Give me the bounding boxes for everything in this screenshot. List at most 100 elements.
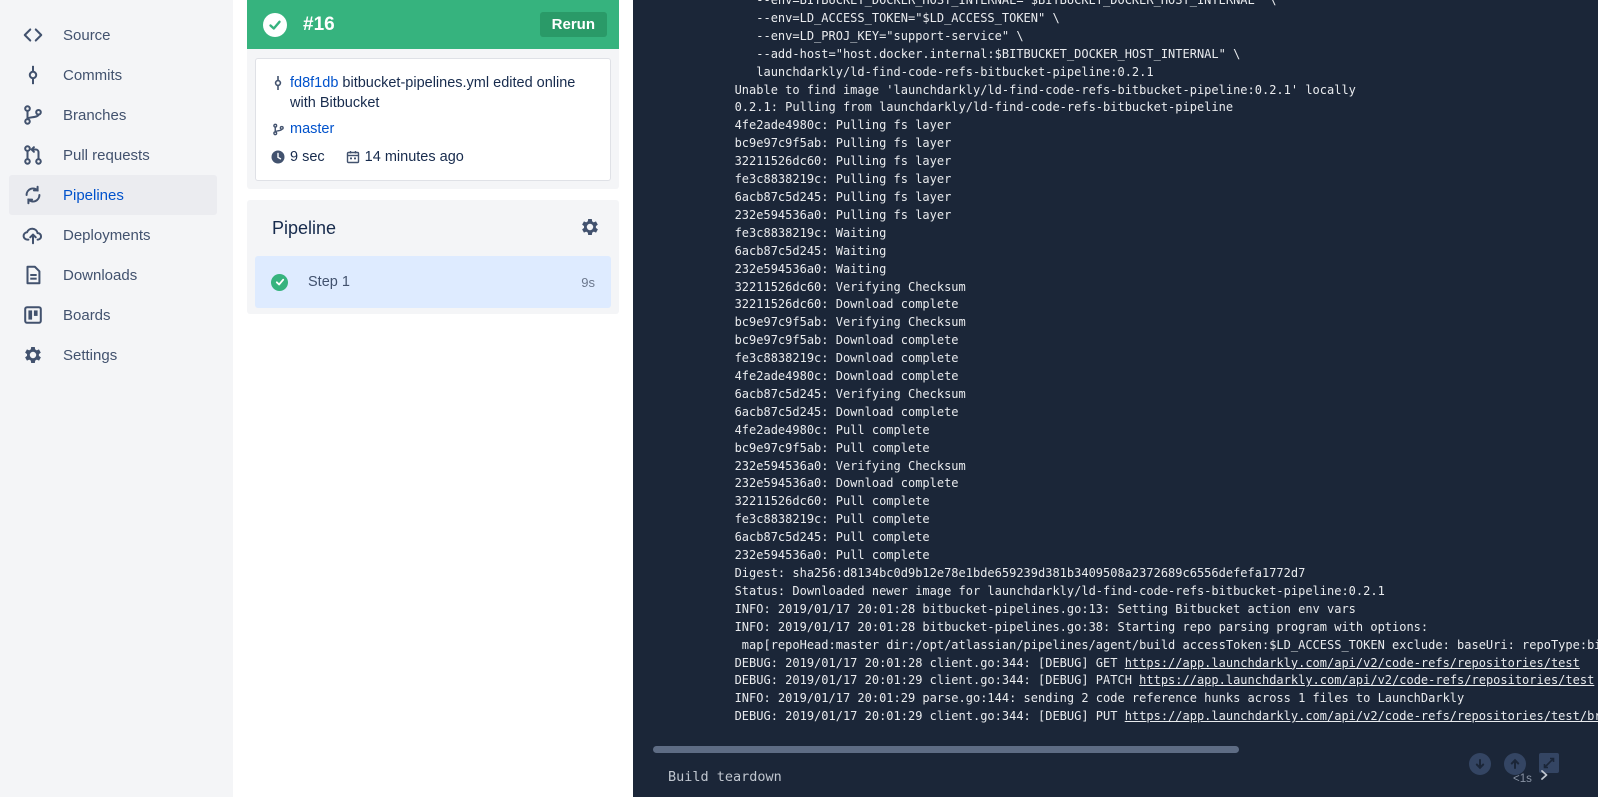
log-line: --env=LD_PROJ_KEY="support-service" \: [684, 28, 1024, 43]
log-line: Digest: sha256:d8134bc0d9b12e78e1bde6592…: [684, 566, 1306, 580]
sidebar-item-source[interactable]: Source: [9, 15, 217, 55]
gear-icon: [21, 343, 45, 367]
chevron-right-icon[interactable]: [1539, 768, 1549, 786]
sidebar-item-label: Downloads: [63, 266, 138, 284]
log-line: 4fe2ade4980c: Pulling fs layer: [684, 118, 952, 133]
sidebar-item-pipelines[interactable]: Pipelines: [9, 175, 217, 215]
calendar-icon: [345, 147, 361, 167]
log-line: bc9e97c9f5ab: Pulling fs layer: [684, 136, 952, 151]
log-line: 32211526dc60: Verifying Checksum: [684, 279, 966, 294]
log-line: map[repoHead:master dir:/opt/atlassian/p…: [684, 637, 1598, 652]
pipelines-icon: [21, 183, 45, 207]
sidebar-item-label: Pull requests: [63, 146, 150, 164]
log-line: 232e594536a0: Waiting: [684, 261, 887, 276]
log-line: 6acb87c5d245: Waiting: [684, 243, 887, 258]
log-line: INFO: 2019/01/17 20:01:28 bitbucket-pipe…: [684, 619, 1429, 634]
board-icon: [21, 303, 45, 327]
log-line: bc9e97c9f5ab: Download complete: [684, 333, 959, 348]
pipeline-title: Pipeline: [272, 218, 337, 238]
log-line: 232e594536a0: Pulling fs layer: [684, 207, 952, 222]
build-duration: 9 sec: [270, 147, 325, 167]
log-line: fe3c8838219c: Download complete: [684, 351, 959, 366]
log-line: Unable to find image 'launchdarkly/ld-fi…: [684, 82, 1356, 97]
log-line: fe3c8838219c: Waiting: [684, 225, 887, 240]
sidebar-item-label: Branches: [63, 106, 127, 124]
log-line: 232e594536a0: Download complete: [684, 476, 959, 491]
log-line: fe3c8838219c: Pulling fs layer: [684, 172, 952, 187]
build-started-time: 14 minutes ago: [345, 147, 464, 167]
commit-icon: [21, 63, 45, 87]
log-line: --env=BITBUCKET_DOCKER_HOST_INTERNAL="$B…: [684, 0, 1277, 7]
log-line: bc9e97c9f5ab: Pull complete: [684, 440, 930, 455]
log-line: INFO: 2019/01/17 20:01:28 bitbucket-pipe…: [684, 601, 1356, 616]
log-line: 0.2.1: Pulling from launchdarkly/ld-find…: [684, 100, 1234, 115]
clock-icon: [270, 147, 286, 167]
teardown-label: Build teardown: [668, 769, 782, 785]
log-line: DEBUG: 2019/01/17 20:01:29 client.go:344…: [684, 708, 1598, 726]
log-line: 232e594536a0: Pull complete: [684, 548, 930, 563]
log-line: 4fe2ade4980c: Pull complete: [684, 422, 930, 437]
document-icon: [21, 263, 45, 287]
log-line: 6acb87c5d245: Pulling fs layer: [684, 189, 952, 204]
log-line: --add-host="host.docker.internal:$BITBUC…: [684, 46, 1241, 61]
build-number: #16: [303, 13, 335, 35]
build-detail-column: #16 Rerun fd8f1db bitbucket-pipelines.ym…: [233, 0, 633, 797]
log-line: DEBUG: 2019/01/17 20:01:28 client.go:344…: [684, 655, 1580, 670]
log-output: --env=BITBUCKET_DOCKER_HOST_INTERNAL="$B…: [684, 0, 1598, 726]
success-check-icon: [271, 273, 288, 291]
log-url-link[interactable]: https://app.launchdarkly.com/api/v2/code…: [1139, 673, 1594, 687]
build-log-panel[interactable]: --env=BITBUCKET_DOCKER_HOST_INTERNAL="$B…: [633, 0, 1598, 797]
horizontal-scrollbar[interactable]: [653, 746, 1239, 753]
log-line: DEBUG: 2019/01/17 20:01:29 client.go:344…: [684, 673, 1595, 688]
commit-hash-link[interactable]: fd8f1db: [290, 75, 338, 91]
log-line: 32211526dc60: Pulling fs layer: [684, 154, 952, 169]
sidebar-item-label: Settings: [63, 346, 118, 364]
log-line: 4fe2ade4980c: Download complete: [684, 369, 959, 384]
sidebar-item-boards[interactable]: Boards: [9, 295, 217, 335]
commit-info: fd8f1db bitbucket-pipelines.yml edited o…: [255, 58, 611, 181]
log-line: 32211526dc60: Pull complete: [684, 494, 930, 509]
step-label: Step 1: [308, 274, 350, 290]
branch-link[interactable]: master: [290, 119, 334, 139]
sidebar-item-settings[interactable]: Settings: [9, 335, 217, 375]
build-status-header: #16 Rerun: [247, 0, 619, 49]
sidebar: Source Commits Branches Pull requests Pi…: [0, 0, 233, 797]
log-line: INFO: 2019/01/17 20:01:29 parse.go:144: …: [684, 691, 1465, 706]
pipeline-card: Pipeline Step 1 9s: [247, 200, 619, 314]
pipeline-settings-gear-icon[interactable]: [579, 216, 601, 238]
rerun-button[interactable]: Rerun: [539, 12, 607, 37]
log-line: Status: Downloaded newer image for launc…: [684, 583, 1385, 598]
branch-icon: [21, 103, 45, 127]
log-line: 32211526dc60: Download complete: [684, 297, 959, 312]
sidebar-item-label: Boards: [63, 306, 111, 324]
branch-icon: [270, 119, 286, 139]
log-line: 6acb87c5d245: Pull complete: [684, 530, 930, 545]
sidebar-item-label: Pipelines: [63, 186, 124, 204]
log-line: launchdarkly/ld-find-code-refs-bitbucket…: [684, 64, 1154, 79]
log-line: 232e594536a0: Verifying Checksum: [684, 458, 966, 473]
log-url-link[interactable]: https://app.launchdarkly.com/api/v2/code…: [1125, 656, 1580, 670]
log-line: 6acb87c5d245: Download complete: [684, 404, 959, 419]
pull-request-icon: [21, 143, 45, 167]
sidebar-item-deployments[interactable]: Deployments: [9, 215, 217, 255]
build-summary-card: #16 Rerun fd8f1db bitbucket-pipelines.ym…: [247, 0, 619, 189]
build-teardown-row[interactable]: Build teardown <1s: [633, 760, 1598, 797]
log-line: fe3c8838219c: Pull complete: [684, 512, 930, 527]
sidebar-item-downloads[interactable]: Downloads: [9, 255, 217, 295]
success-check-icon: [263, 12, 287, 37]
teardown-duration: <1s: [1513, 773, 1532, 785]
sidebar-item-label: Commits: [63, 66, 123, 84]
sidebar-item-label: Source: [63, 26, 111, 44]
log-url-link[interactable]: https://app.launchdarkly.com/api/v2/code…: [1125, 709, 1598, 723]
step-duration: 9s: [581, 274, 595, 290]
commit-icon: [270, 73, 286, 93]
sidebar-item-label: Deployments: [63, 226, 151, 244]
code-icon: [21, 23, 45, 47]
log-line: bc9e97c9f5ab: Verifying Checksum: [684, 315, 966, 330]
log-line: 6acb87c5d245: Verifying Checksum: [684, 386, 966, 401]
pipeline-step-1[interactable]: Step 1 9s: [255, 256, 611, 308]
cloud-upload-icon: [21, 223, 45, 247]
sidebar-item-pull-requests[interactable]: Pull requests: [9, 135, 217, 175]
sidebar-item-commits[interactable]: Commits: [9, 55, 217, 95]
sidebar-item-branches[interactable]: Branches: [9, 95, 217, 135]
